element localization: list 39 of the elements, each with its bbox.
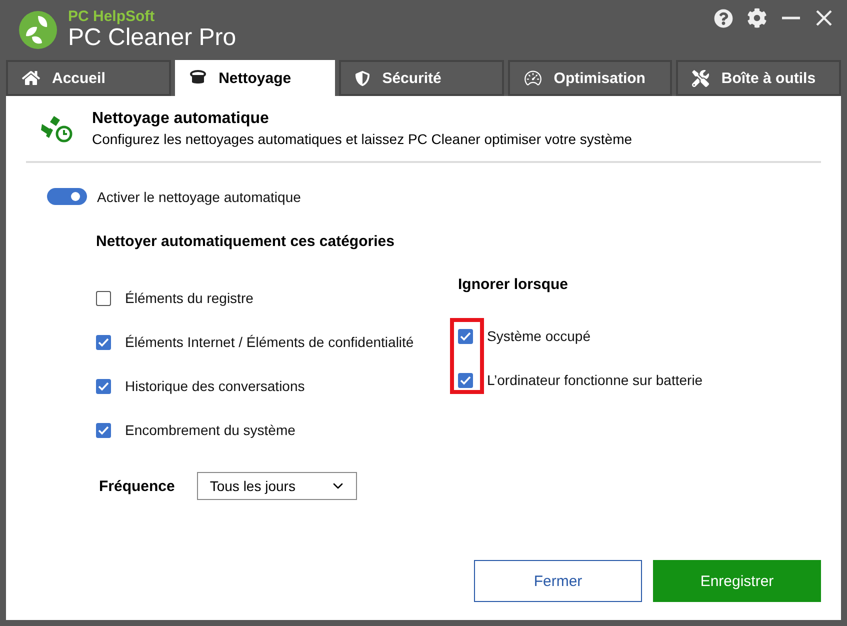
- ignore-heading: Ignorer lorsque: [458, 276, 570, 295]
- checkbox-label: Historique des conversations: [125, 378, 305, 394]
- checkbox[interactable]: [96, 378, 111, 394]
- tab[interactable]: Optimisation: [508, 60, 672, 96]
- broom-clock-icon: [40, 114, 74, 144]
- toggle-switch[interactable]: [47, 188, 87, 205]
- frequency-dropdown[interactable]: Tous les jours: [196, 472, 357, 500]
- save-button[interactable]: Enregistrer: [653, 560, 821, 602]
- close-icon[interactable]: [815, 9, 833, 27]
- checkbox[interactable]: [458, 328, 473, 344]
- leaf-logo-icon: [18, 10, 58, 50]
- section-description: Configurez les nettoyages automatiques et laissez PC Cleaner optimiser votre système: [92, 131, 632, 147]
- bucket-icon: [188, 70, 207, 86]
- checkbox-label: Éléments du registre: [125, 290, 254, 306]
- checkbox-label: Éléments Internet / Éléments de confidentialité: [125, 334, 414, 350]
- section-title: Nettoyage automatique: [92, 110, 270, 128]
- home-icon: [22, 69, 40, 87]
- shield-icon: [355, 70, 370, 86]
- toggle-label: Activer le nettoyage automatique: [97, 188, 301, 204]
- frequency-label: Fréquence: [99, 478, 175, 494]
- gauge-icon: [524, 69, 542, 87]
- checkbox-label: Encombrement du système: [125, 422, 296, 438]
- tab[interactable]: Boîte à outils: [676, 60, 841, 96]
- brand-name: PC HelpSoft: [68, 9, 156, 25]
- checkbox[interactable]: [96, 290, 111, 306]
- checkbox[interactable]: [96, 422, 111, 438]
- settings-icon[interactable]: [747, 8, 767, 28]
- tools-icon: [692, 70, 710, 86]
- checkbox[interactable]: [96, 334, 111, 350]
- tab[interactable]: Accueil: [6, 60, 171, 96]
- categories-heading: Nettoyer automatiquement ces catégories: [96, 233, 396, 250]
- checkbox-label: L’ordinateur fonctionne sur batterie: [487, 372, 703, 388]
- help-icon[interactable]: [714, 8, 733, 28]
- app-title: PC Cleaner Pro: [68, 25, 236, 51]
- checkbox[interactable]: [458, 372, 473, 388]
- close-button[interactable]: Fermer: [474, 560, 642, 602]
- checkbox-label: Système occupé: [487, 328, 590, 344]
- tab[interactable]: Nettoyage: [174, 60, 336, 96]
- tab[interactable]: Sécurité: [339, 60, 504, 96]
